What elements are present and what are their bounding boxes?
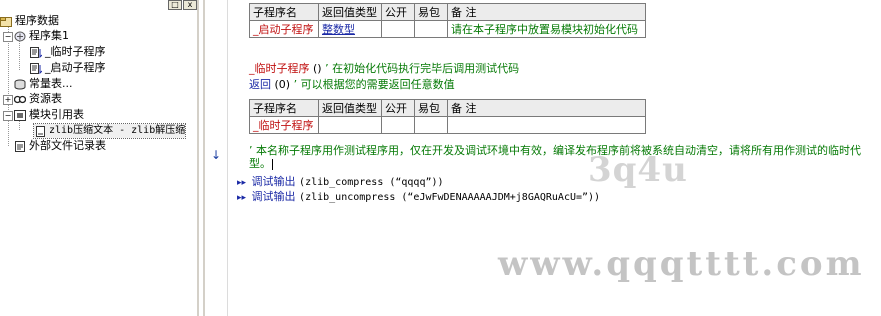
watermark-url: www.qqqtttt.com <box>498 244 865 284</box>
restore-button[interactable]: □ <box>168 0 182 10</box>
header-cell: 易包 <box>414 3 448 21</box>
header-cell: 备 注 <box>447 3 646 21</box>
comment-line[interactable]: ’ 本名称子程序用作测试程序用，仅在开发及调试环境中有效，编译发布程序前将被系统… <box>249 142 877 158</box>
debug-args: (zlib_uncompress (“eJwFwDENAAAAAJDM+j8GA… <box>299 192 601 203</box>
resources-icon <box>13 94 27 105</box>
tree-node-module-item[interactable]: zlib压缩文本 - zlib解压缩 <box>32 123 187 139</box>
code-line[interactable]: 返回 (0) ’ 可以根据您的需要返回任意数值 <box>249 76 455 92</box>
subroutine-table-start: 子程序名 返回值类型 公开 易包 备 注 _启动子程序 整数型 请在本子程序中放… <box>249 3 646 38</box>
subroutine-icon <box>30 62 43 74</box>
tree-node-label: _启动子程序 <box>45 61 106 74</box>
comment-line-continued[interactable]: 型。 <box>249 155 273 171</box>
code-margin-line <box>227 0 228 316</box>
tree-node-label: 程序数据 <box>15 14 59 27</box>
tree-connector <box>19 40 20 70</box>
easy-package-cell[interactable] <box>414 20 448 38</box>
tree-node-sub-temp[interactable]: _临时子程序 <box>30 45 106 59</box>
tree-node-constants[interactable]: 常量表... <box>14 77 73 91</box>
table-header-row: 子程序名 返回值类型 公开 易包 备 注 <box>249 3 646 21</box>
subroutine-table-temp: 子程序名 返回值类型 公开 易包 备 注 _临时子程序 <box>249 99 646 134</box>
header-cell: 子程序名 <box>249 3 319 21</box>
code-comment: ’ 可以根据您的需要返回任意数值 <box>293 78 455 91</box>
debug-command: 调试输出 <box>251 175 296 188</box>
collapse-toggle[interactable]: − <box>3 32 13 42</box>
tree-node-label: zlib压缩文本 - zlib解压缩 <box>49 125 186 136</box>
tree-node-label: 外部文件记录表 <box>29 139 106 152</box>
return-keyword: 返回 <box>249 78 271 91</box>
call-name: _临时子程序 <box>249 62 310 75</box>
expand-toggle[interactable]: + <box>3 95 13 105</box>
tree-node-label: 程序集1 <box>29 29 69 42</box>
header-cell: 公开 <box>381 3 415 21</box>
panel-window-buttons: □ x <box>168 0 197 10</box>
tree-node-resources[interactable]: 资源表 <box>13 92 62 106</box>
call-args: () <box>313 62 322 75</box>
external-file-icon <box>14 140 26 152</box>
header-cell: 备 注 <box>447 99 646 117</box>
header-cell: 返回值类型 <box>318 99 382 117</box>
panel-splitter[interactable] <box>203 0 205 316</box>
module-file-icon <box>34 125 46 137</box>
debug-output-line[interactable]: ▸▸ 调试输出 (zlib_uncompress (“eJwFwDENAAAAA… <box>237 188 600 204</box>
public-cell[interactable] <box>381 20 415 38</box>
header-cell: 子程序名 <box>249 99 319 117</box>
code-line[interactable]: _临时子程序 () ’ 在初始化代码执行完毕后调用测试代码 <box>249 60 519 76</box>
panel-splitter[interactable] <box>197 0 199 316</box>
program-data-icon <box>0 16 12 27</box>
debug-output-line[interactable]: ▸▸ 调试输出 (zlib_compress (“qqqq”)) <box>237 173 444 189</box>
subroutine-name-cell[interactable]: _临时子程序 <box>249 116 319 134</box>
collapse-toggle[interactable]: − <box>3 111 13 121</box>
tree-node-label: 资源表 <box>29 92 62 105</box>
note-cell[interactable]: 请在本子程序中放置易模块初始化代码 <box>447 20 646 38</box>
program-set-icon <box>14 31 26 42</box>
header-cell: 返回值类型 <box>318 3 382 21</box>
comment-text: 型。 <box>249 157 271 170</box>
program-tree-panel: □ x 程序数据 − 程序集1 _临时子程序 _启动子程序 常量表... + 资… <box>0 0 197 316</box>
close-button[interactable]: x <box>183 0 197 10</box>
note-cell[interactable] <box>447 116 646 134</box>
tree-node-external-files[interactable]: 外部文件记录表 <box>14 139 106 153</box>
text-cursor <box>272 158 273 170</box>
debug-command: 调试输出 <box>251 190 296 203</box>
return-type-cell[interactable] <box>318 116 382 134</box>
public-cell[interactable] <box>381 116 415 134</box>
module-ref-icon <box>14 109 26 121</box>
easy-package-cell[interactable] <box>414 116 448 134</box>
tree-node-sub-start[interactable]: _启动子程序 <box>30 61 106 75</box>
table-row: _临时子程序 <box>249 116 646 134</box>
debug-args: (zlib_compress (“qqqq”)) <box>299 177 444 188</box>
return-type-cell[interactable]: 整数型 <box>318 20 382 38</box>
return-args: (0) <box>274 78 291 91</box>
tree-node-module-ref[interactable]: 模块引用表 <box>14 108 84 122</box>
constants-icon <box>14 79 26 90</box>
tree-node-program-set[interactable]: 程序集1 <box>14 29 69 43</box>
tree-node-label: 常量表... <box>29 77 73 90</box>
code-comment: ’ 在初始化代码执行完毕后调用测试代码 <box>325 62 520 75</box>
header-cell: 易包 <box>414 99 448 117</box>
header-cell: 公开 <box>381 99 415 117</box>
line-marker-icon: ▸▸ <box>237 193 247 203</box>
table-header-row: 子程序名 返回值类型 公开 易包 备 注 <box>249 99 646 117</box>
tree-node-label: _临时子程序 <box>45 45 106 58</box>
line-marker-icon: ▸▸ <box>237 178 247 188</box>
table-row: _启动子程序 整数型 请在本子程序中放置易模块初始化代码 <box>249 20 646 38</box>
current-line-arrow-icon: ↓ <box>211 148 222 162</box>
subroutine-icon <box>30 46 43 58</box>
tree-node-program-data[interactable]: 程序数据 <box>0 14 59 28</box>
subroutine-name-cell[interactable]: _启动子程序 <box>249 20 319 38</box>
watermark-logo: 3q4u <box>588 150 688 190</box>
tree-node-label: 模块引用表 <box>29 108 84 121</box>
